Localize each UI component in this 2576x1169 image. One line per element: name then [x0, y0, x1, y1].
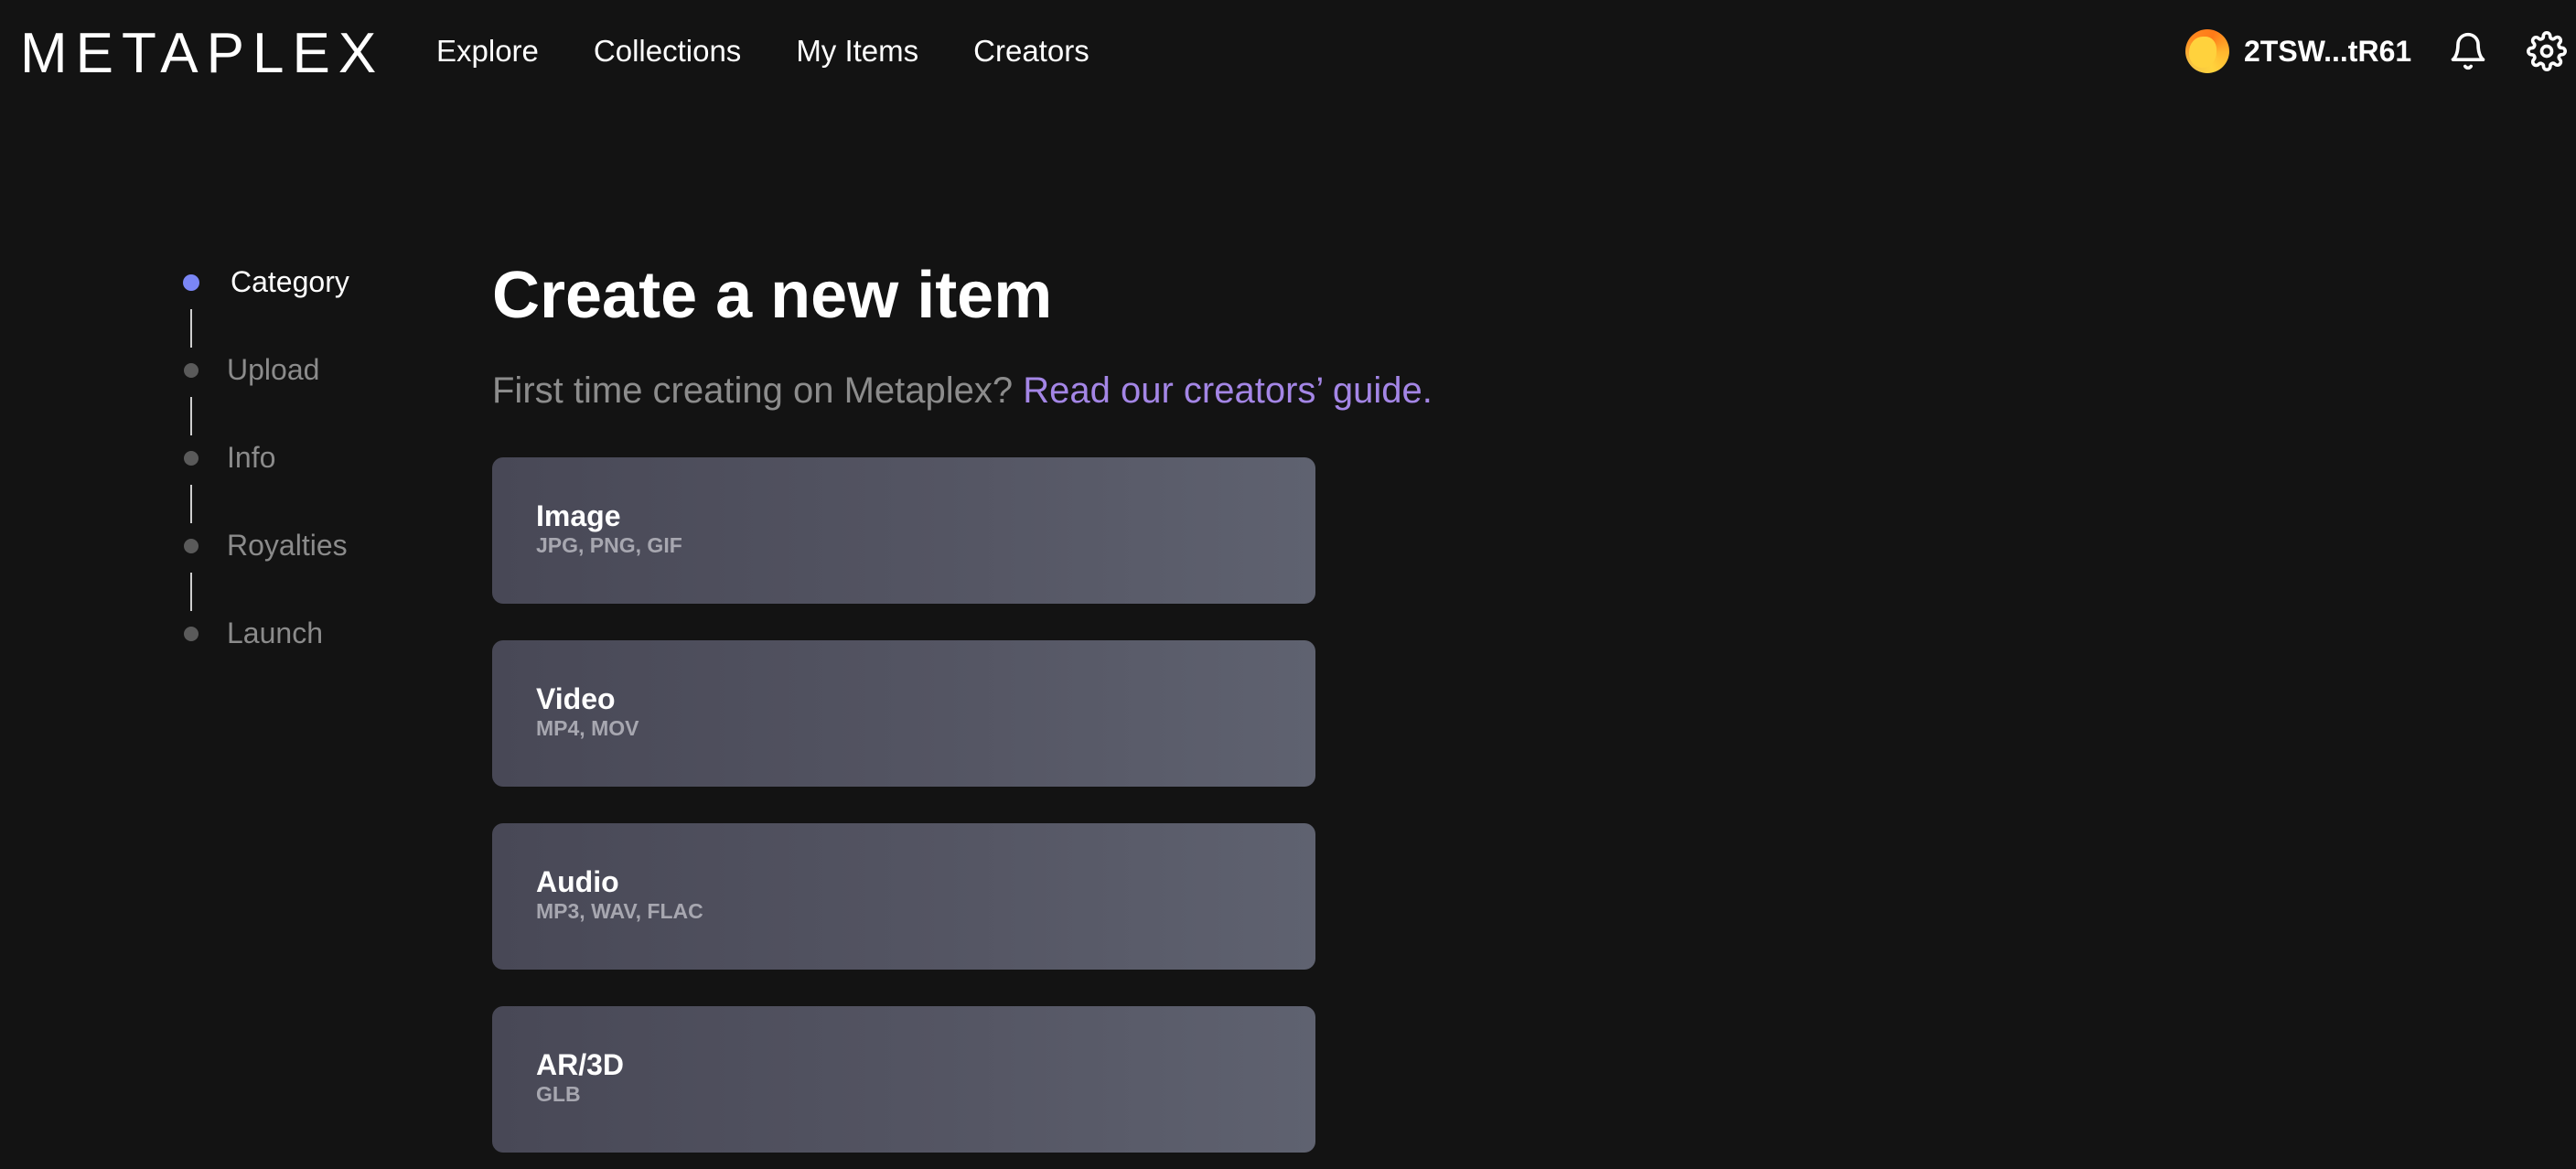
- nav-collections[interactable]: Collections: [594, 33, 741, 70]
- step-connector: [190, 485, 192, 523]
- step-label: Launch: [227, 617, 323, 649]
- top-nav-bar: METAPLEX Explore Collections My Items Cr…: [0, 0, 2576, 102]
- category-card-audio[interactable]: Audio MP3, WAV, FLAC: [492, 823, 1315, 970]
- step-category[interactable]: Category: [174, 265, 349, 299]
- step-connector: [190, 309, 192, 348]
- step-launch[interactable]: Launch: [174, 617, 323, 650]
- category-card-ar3d[interactable]: AR/3D GLB: [492, 1006, 1315, 1153]
- wallet-avatar: [2185, 29, 2229, 73]
- category-formats: JPG, PNG, GIF: [536, 533, 682, 557]
- step-info[interactable]: Info: [174, 441, 275, 475]
- wallet-address: 2TSW...tR61: [2244, 34, 2412, 68]
- step-label: Info: [227, 441, 276, 474]
- step-royalties[interactable]: Royalties: [174, 529, 348, 563]
- step-dot: [184, 362, 199, 378]
- step-dot-active: [183, 273, 199, 291]
- bell-icon[interactable]: [2448, 31, 2488, 71]
- nav-explore[interactable]: Explore: [436, 33, 539, 70]
- category-formats: MP4, MOV: [536, 716, 639, 740]
- step-label: Upload: [227, 353, 320, 386]
- step-upload[interactable]: Upload: [174, 353, 319, 387]
- step-connector: [190, 397, 192, 435]
- category-card-image[interactable]: Image JPG, PNG, GIF: [492, 457, 1315, 604]
- page-subtitle: First time creating on Metaplex? Read ou…: [492, 368, 1433, 413]
- nav-creators[interactable]: Creators: [973, 33, 1089, 70]
- step-dot: [184, 626, 199, 641]
- step-dot: [184, 538, 199, 553]
- gear-icon[interactable]: [2527, 31, 2567, 71]
- page-title: Create a new item: [492, 259, 1053, 332]
- nav-my-items[interactable]: My Items: [796, 33, 918, 70]
- category-title: Audio: [536, 865, 619, 898]
- category-title: Image: [536, 499, 621, 532]
- category-title: AR/3D: [536, 1048, 625, 1081]
- category-formats: GLB: [536, 1082, 581, 1106]
- metaplex-logo[interactable]: METAPLEX: [20, 26, 384, 82]
- step-label: Category: [231, 265, 349, 298]
- category-formats: MP3, WAV, FLAC: [536, 899, 703, 923]
- wallet-button[interactable]: 2TSW...tR61: [2185, 29, 2411, 73]
- creators-guide-link[interactable]: Read our creators’ guide.: [1023, 370, 1433, 411]
- category-title: Video: [536, 682, 616, 715]
- step-connector: [190, 573, 192, 611]
- step-dot: [184, 450, 199, 466]
- category-card-video[interactable]: Video MP4, MOV: [492, 640, 1315, 787]
- subtitle-text: First time creating on Metaplex?: [492, 370, 1014, 411]
- main-nav: Explore Collections My Items Creators: [436, 33, 1089, 70]
- step-label: Royalties: [227, 529, 348, 562]
